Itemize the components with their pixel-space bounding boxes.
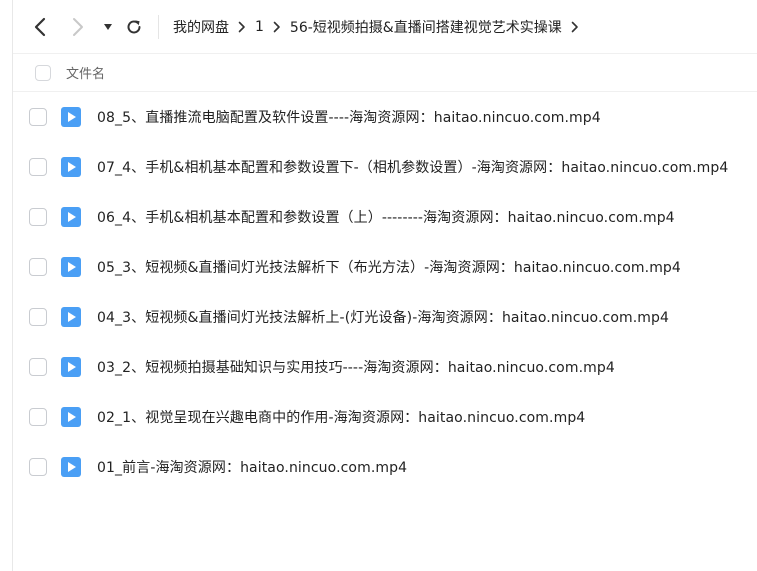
video-file-icon (61, 407, 81, 427)
breadcrumb-separator[interactable] (562, 17, 588, 37)
file-name[interactable]: 04_3、短视频&直播间灯光技法解析上-(灯光设备)-海淘资源网：haitao.… (97, 307, 669, 327)
breadcrumb-separator (229, 17, 255, 37)
file-name[interactable]: 07_4、手机&相机基本配置和参数设置下-（相机参数设置）-海淘资源网：hait… (97, 157, 728, 177)
file-row[interactable]: 03_2、短视频拍摄基础知识与实用技巧----海淘资源网：haitao.ninc… (13, 342, 757, 392)
list-header: 文件名 (13, 54, 757, 92)
file-list: 08_5、直播推流电脑配置及软件设置----海淘资源网：haitao.nincu… (13, 92, 757, 492)
chevron-right-icon (73, 18, 83, 36)
file-row[interactable]: 06_4、手机&相机基本配置和参数设置（上）--------海淘资源网：hait… (13, 192, 757, 242)
file-name[interactable]: 02_1、视觉呈现在兴趣电商中的作用-海淘资源网：haitao.nincuo.c… (97, 407, 585, 427)
file-checkbox[interactable] (29, 208, 47, 226)
file-name[interactable]: 05_3、短视频&直播间灯光技法解析下（布光方法）-海淘资源网：haitao.n… (97, 257, 681, 277)
video-file-icon (61, 257, 81, 277)
file-checkbox[interactable] (29, 158, 47, 176)
file-checkbox[interactable] (29, 458, 47, 476)
caret-down-icon (104, 24, 112, 30)
video-file-icon (61, 307, 81, 327)
back-button[interactable] (29, 16, 51, 38)
breadcrumb: 我的网盘 1 56-短视频拍摄&直播间搭建视觉艺术实操课 (173, 0, 588, 54)
file-row[interactable]: 08_5、直播推流电脑配置及软件设置----海淘资源网：haitao.nincu… (13, 92, 757, 142)
breadcrumb-item-my-drive[interactable]: 我的网盘 (173, 17, 229, 37)
file-checkbox[interactable] (29, 308, 47, 326)
file-row[interactable]: 05_3、短视频&直播间灯光技法解析下（布光方法）-海淘资源网：haitao.n… (13, 242, 757, 292)
file-row[interactable]: 02_1、视觉呈现在兴趣电商中的作用-海淘资源网：haitao.nincuo.c… (13, 392, 757, 442)
video-file-icon (61, 357, 81, 377)
breadcrumb-item-current-folder[interactable]: 56-短视频拍摄&直播间搭建视觉艺术实操课 (290, 17, 562, 37)
refresh-icon (127, 20, 141, 34)
file-row[interactable]: 01_前言-海淘资源网：haitao.nincuo.com.mp4 (13, 442, 757, 492)
video-file-icon (61, 457, 81, 477)
video-file-icon (61, 207, 81, 227)
file-name[interactable]: 03_2、短视频拍摄基础知识与实用技巧----海淘资源网：haitao.ninc… (97, 357, 615, 377)
file-checkbox[interactable] (29, 258, 47, 276)
select-all-checkbox[interactable] (35, 64, 51, 81)
history-dropdown-button[interactable] (97, 16, 119, 38)
file-row[interactable]: 07_4、手机&相机基本配置和参数设置下-（相机参数设置）-海淘资源网：hait… (13, 142, 757, 192)
file-checkbox[interactable] (29, 108, 47, 126)
file-name[interactable]: 08_5、直播推流电脑配置及软件设置----海淘资源网：haitao.nincu… (97, 107, 601, 127)
video-file-icon (61, 107, 81, 127)
file-checkbox[interactable] (29, 358, 47, 376)
file-checkbox[interactable] (29, 408, 47, 426)
refresh-button[interactable] (123, 16, 145, 38)
file-row[interactable]: 04_3、短视频&直播间灯光技法解析上-(灯光设备)-海淘资源网：haitao.… (13, 292, 757, 342)
toolbar: 我的网盘 1 56-短视频拍摄&直播间搭建视觉艺术实操课 (13, 0, 757, 54)
toolbar-divider (158, 15, 159, 39)
breadcrumb-item-folder-1[interactable]: 1 (255, 19, 264, 35)
video-file-icon (61, 157, 81, 177)
chevron-left-icon (34, 17, 46, 37)
chevron-right-icon (238, 21, 245, 33)
chevron-right-icon (571, 21, 578, 33)
file-browser: 我的网盘 1 56-短视频拍摄&直播间搭建视觉艺术实操课 文件名 08_5、直播… (12, 0, 757, 571)
file-name[interactable]: 06_4、手机&相机基本配置和参数设置（上）--------海淘资源网：hait… (97, 207, 675, 227)
forward-button[interactable] (67, 16, 89, 38)
column-header-filename[interactable]: 文件名 (66, 63, 105, 82)
chevron-right-icon (273, 21, 280, 33)
file-name[interactable]: 01_前言-海淘资源网：haitao.nincuo.com.mp4 (97, 457, 407, 477)
breadcrumb-separator (264, 17, 290, 37)
